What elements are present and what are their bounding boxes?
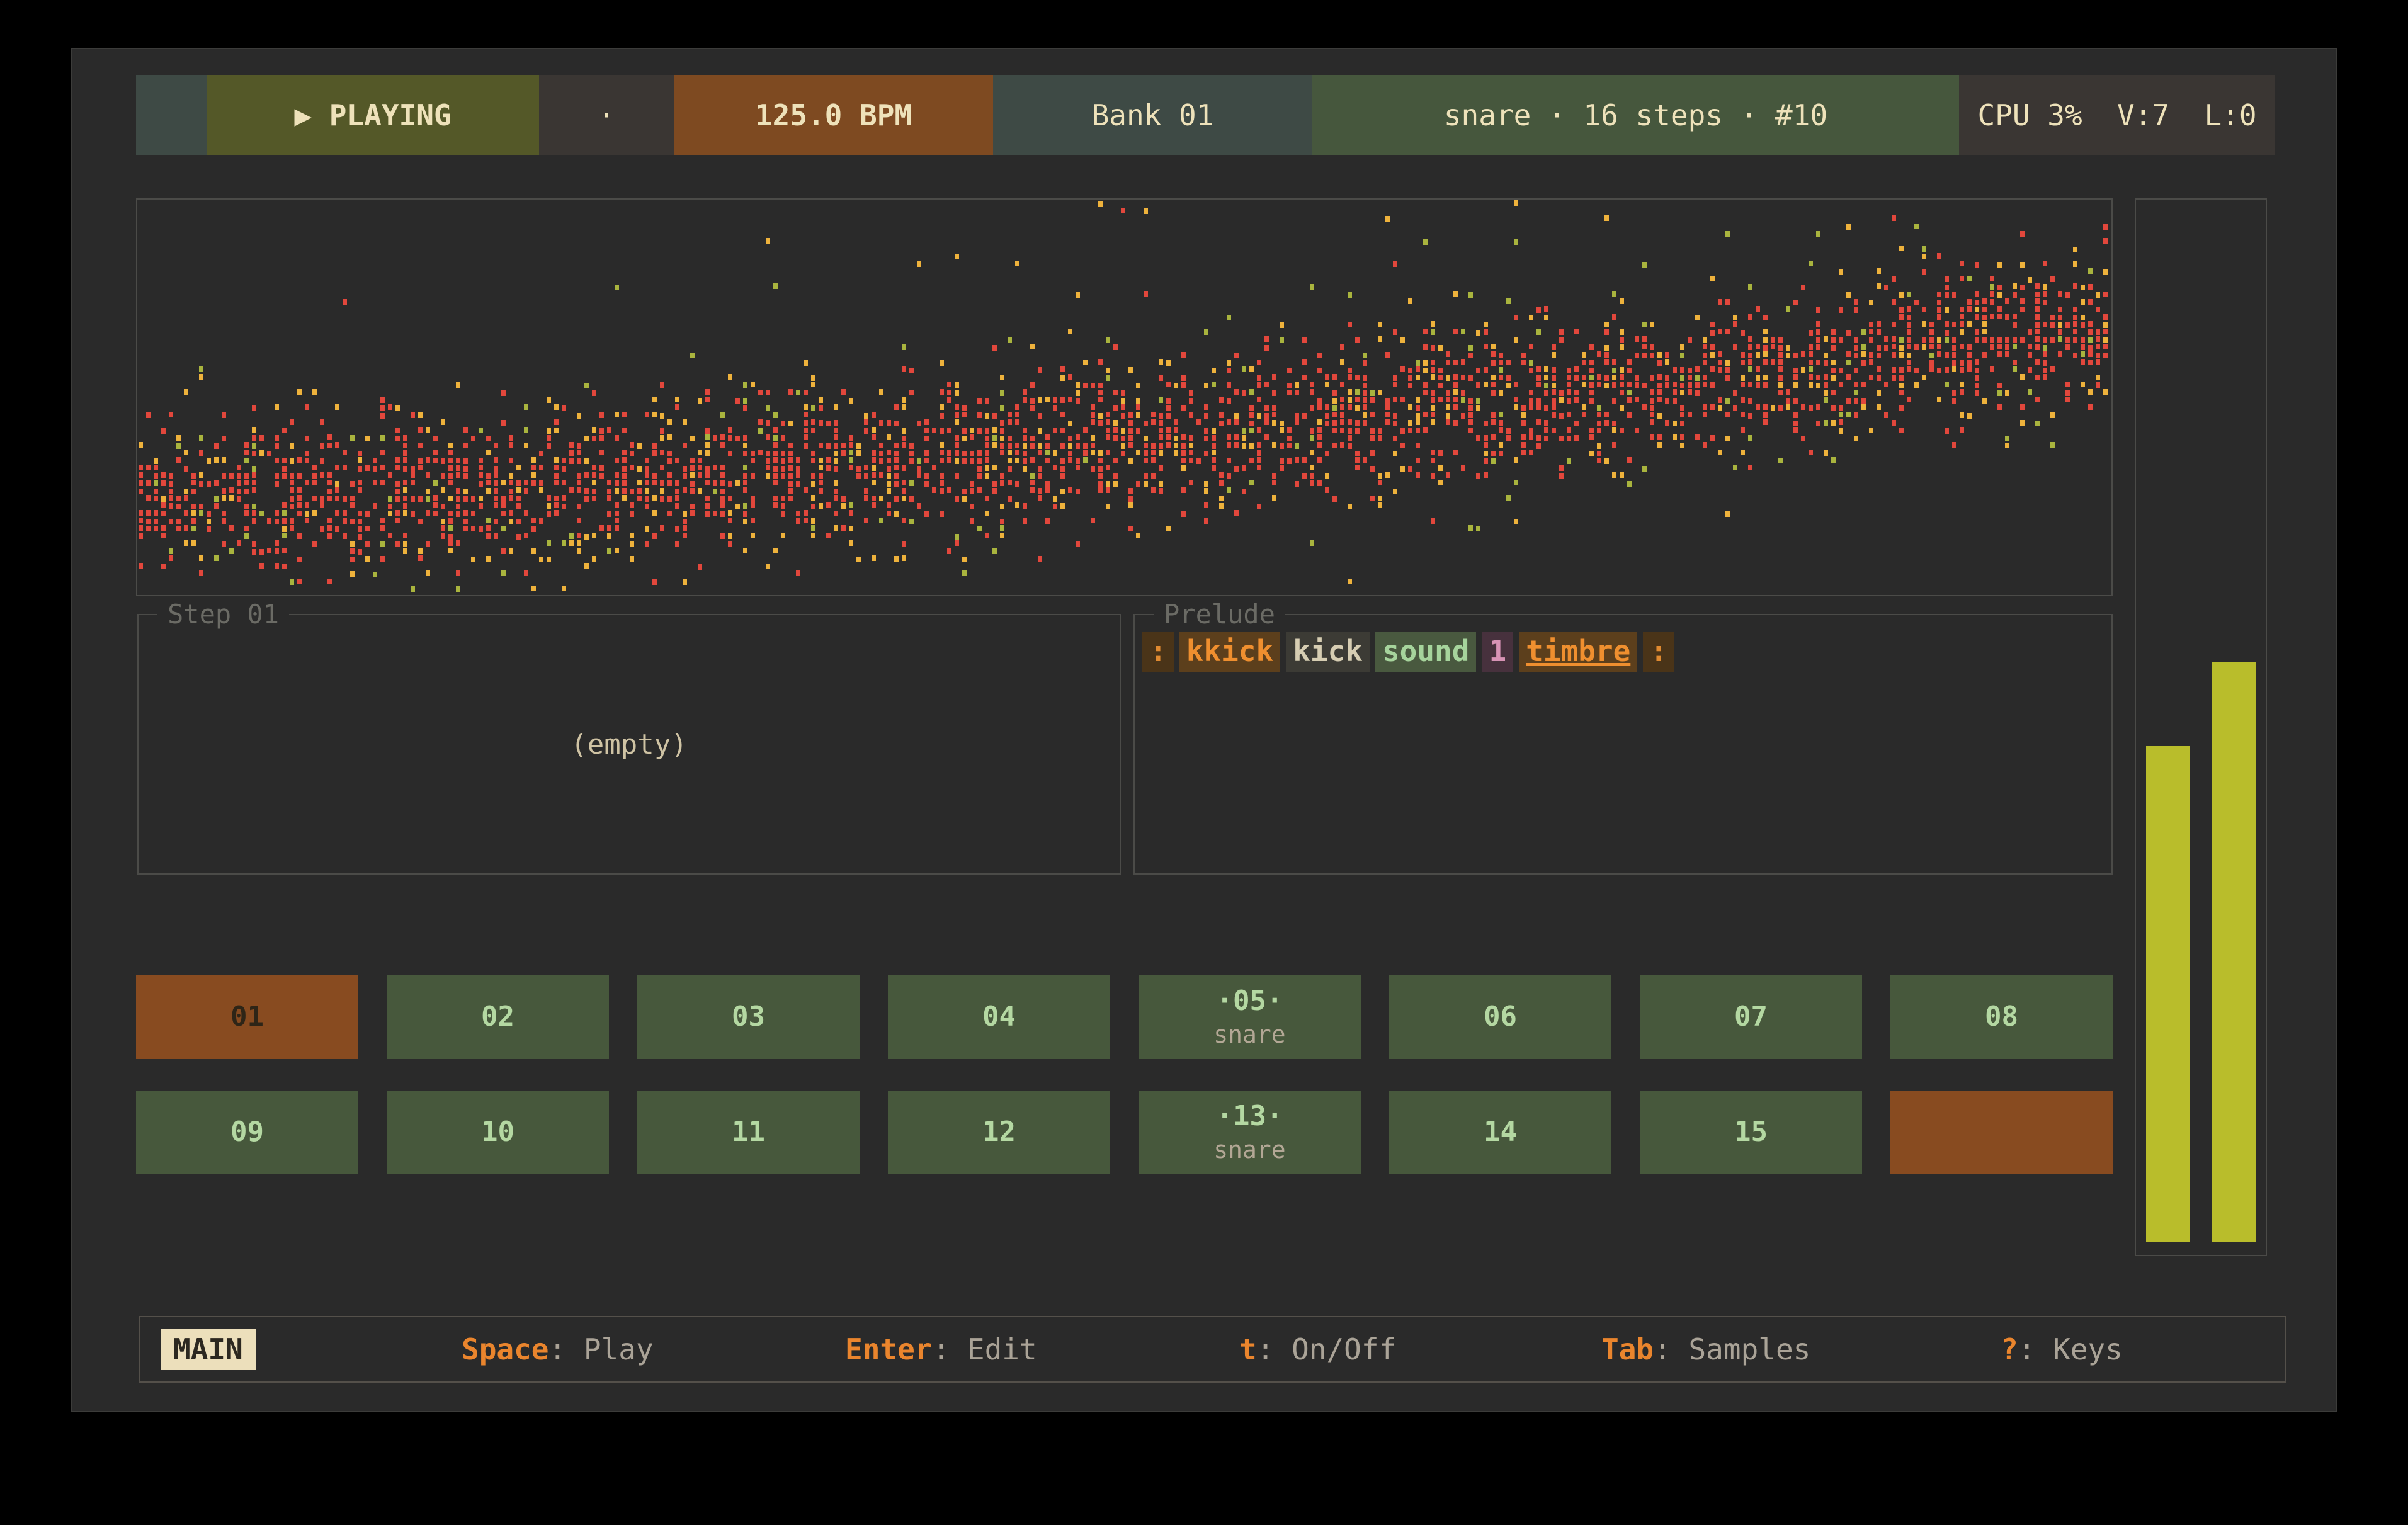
top-bar: ▶ PLAYING · 125.0 BPM Bank 01 snare · 16… xyxy=(136,75,2275,155)
track-info-label: snare · 16 steps · #10 xyxy=(1444,98,1827,132)
waveform-scatter xyxy=(137,200,2111,595)
prelude-code-line[interactable]: : kkick kick sound 1 timbre : xyxy=(1142,632,2111,672)
step-button-05[interactable]: ·05· snare xyxy=(1139,975,1361,1059)
waveform-scatter-panel[interactable] xyxy=(136,198,2113,596)
step-label: 02 xyxy=(481,1001,514,1033)
status-bar: MAIN Space: Play Enter: Edit t: On/Off T… xyxy=(139,1316,2286,1383)
step-panel-title: Step 01 xyxy=(157,599,289,630)
cpu-stats-label: CPU 3% V:7 L:0 xyxy=(1977,98,2256,132)
step-button-11[interactable]: 11 xyxy=(637,1091,860,1174)
step-label: ·13· xyxy=(1217,1101,1283,1133)
cpu-stats: CPU 3% V:7 L:0 xyxy=(1959,75,2275,155)
step-label: 12 xyxy=(982,1116,1016,1148)
step-button-01[interactable]: 01 xyxy=(136,975,358,1059)
vu-meter-right-bar xyxy=(2212,662,2256,1242)
step-detail-panel[interactable]: Step 01 (empty) xyxy=(137,614,1121,875)
hint-play: Space: Play xyxy=(462,1332,654,1366)
code-token: : xyxy=(1643,632,1674,672)
bpm-display[interactable]: 125.0 BPM xyxy=(674,75,993,155)
step-sample-name: snare xyxy=(1213,1021,1285,1049)
step-label: 09 xyxy=(230,1116,264,1148)
step-button-14[interactable]: 14 xyxy=(1389,1091,1611,1174)
step-button-08[interactable]: 08 xyxy=(1890,975,2113,1059)
prelude-panel[interactable]: Prelude : kkick kick sound 1 timbre : xyxy=(1133,614,2113,875)
step-label: 07 xyxy=(1734,1001,1768,1033)
step-label: 10 xyxy=(481,1116,514,1148)
prelude-panel-title: Prelude xyxy=(1154,599,1285,630)
step-button-02[interactable]: 02 xyxy=(387,975,609,1059)
hint-onoff: t: On/Off xyxy=(1239,1332,1396,1366)
step-empty-text: (empty) xyxy=(571,728,687,761)
track-info[interactable]: snare · 16 steps · #10 xyxy=(1312,75,1959,155)
separator-dot: · xyxy=(598,98,615,132)
step-label: 14 xyxy=(1484,1116,1517,1148)
step-label: 08 xyxy=(1985,1001,2018,1033)
hint-edit: Enter: Edit xyxy=(845,1332,1037,1366)
step-label: ·05· xyxy=(1217,985,1283,1018)
mode-badge: MAIN xyxy=(161,1329,256,1370)
corner-segment xyxy=(136,75,207,155)
code-token: timbre xyxy=(1519,632,1637,672)
code-token: kkick xyxy=(1179,632,1280,672)
step-label: 06 xyxy=(1484,1001,1517,1033)
step-button-15[interactable]: 15 xyxy=(1640,1091,1862,1174)
bank-display[interactable]: Bank 01 xyxy=(993,75,1312,155)
separator-segment: · xyxy=(539,75,674,155)
hint-samples: Tab: Samples xyxy=(1601,1332,1810,1366)
step-label: 01 xyxy=(230,1001,264,1033)
step-button-09[interactable]: 09 xyxy=(136,1091,358,1174)
step-button-03[interactable]: 03 xyxy=(637,975,860,1059)
step-button-04[interactable]: 04 xyxy=(888,975,1110,1059)
step-button-12[interactable]: 12 xyxy=(888,1091,1110,1174)
code-token: kick xyxy=(1286,632,1370,672)
bank-label: Bank 01 xyxy=(1092,98,1214,132)
step-button-07[interactable]: 07 xyxy=(1640,975,1862,1059)
step-button-13[interactable]: ·13· snare xyxy=(1139,1091,1361,1174)
step-button-16[interactable] xyxy=(1890,1091,2113,1174)
vu-meter-panel xyxy=(2135,198,2267,1256)
vu-meter-left-bar xyxy=(2146,746,2190,1242)
step-button-10[interactable]: 10 xyxy=(387,1091,609,1174)
step-label: 03 xyxy=(732,1001,765,1033)
code-token: sound xyxy=(1375,632,1476,672)
step-label: 15 xyxy=(1734,1116,1768,1148)
bpm-value: 125.0 BPM xyxy=(755,98,912,132)
hint-keys: ?: Keys xyxy=(2001,1332,2123,1366)
transport-status[interactable]: ▶ PLAYING xyxy=(207,75,539,155)
step-label: 04 xyxy=(982,1001,1016,1033)
code-token: : xyxy=(1142,632,1174,672)
play-icon-and-label: ▶ PLAYING xyxy=(294,98,451,132)
step-button-06[interactable]: 06 xyxy=(1389,975,1611,1059)
code-token: 1 xyxy=(1482,632,1513,672)
step-grid: 01 02 03 04 ·05·snare 06 07 08 09 10 11 … xyxy=(136,975,2113,1174)
app-window: ▶ PLAYING · 125.0 BPM Bank 01 snare · 16… xyxy=(71,48,2337,1412)
step-label: 11 xyxy=(732,1116,765,1148)
step-sample-name: snare xyxy=(1213,1137,1285,1164)
